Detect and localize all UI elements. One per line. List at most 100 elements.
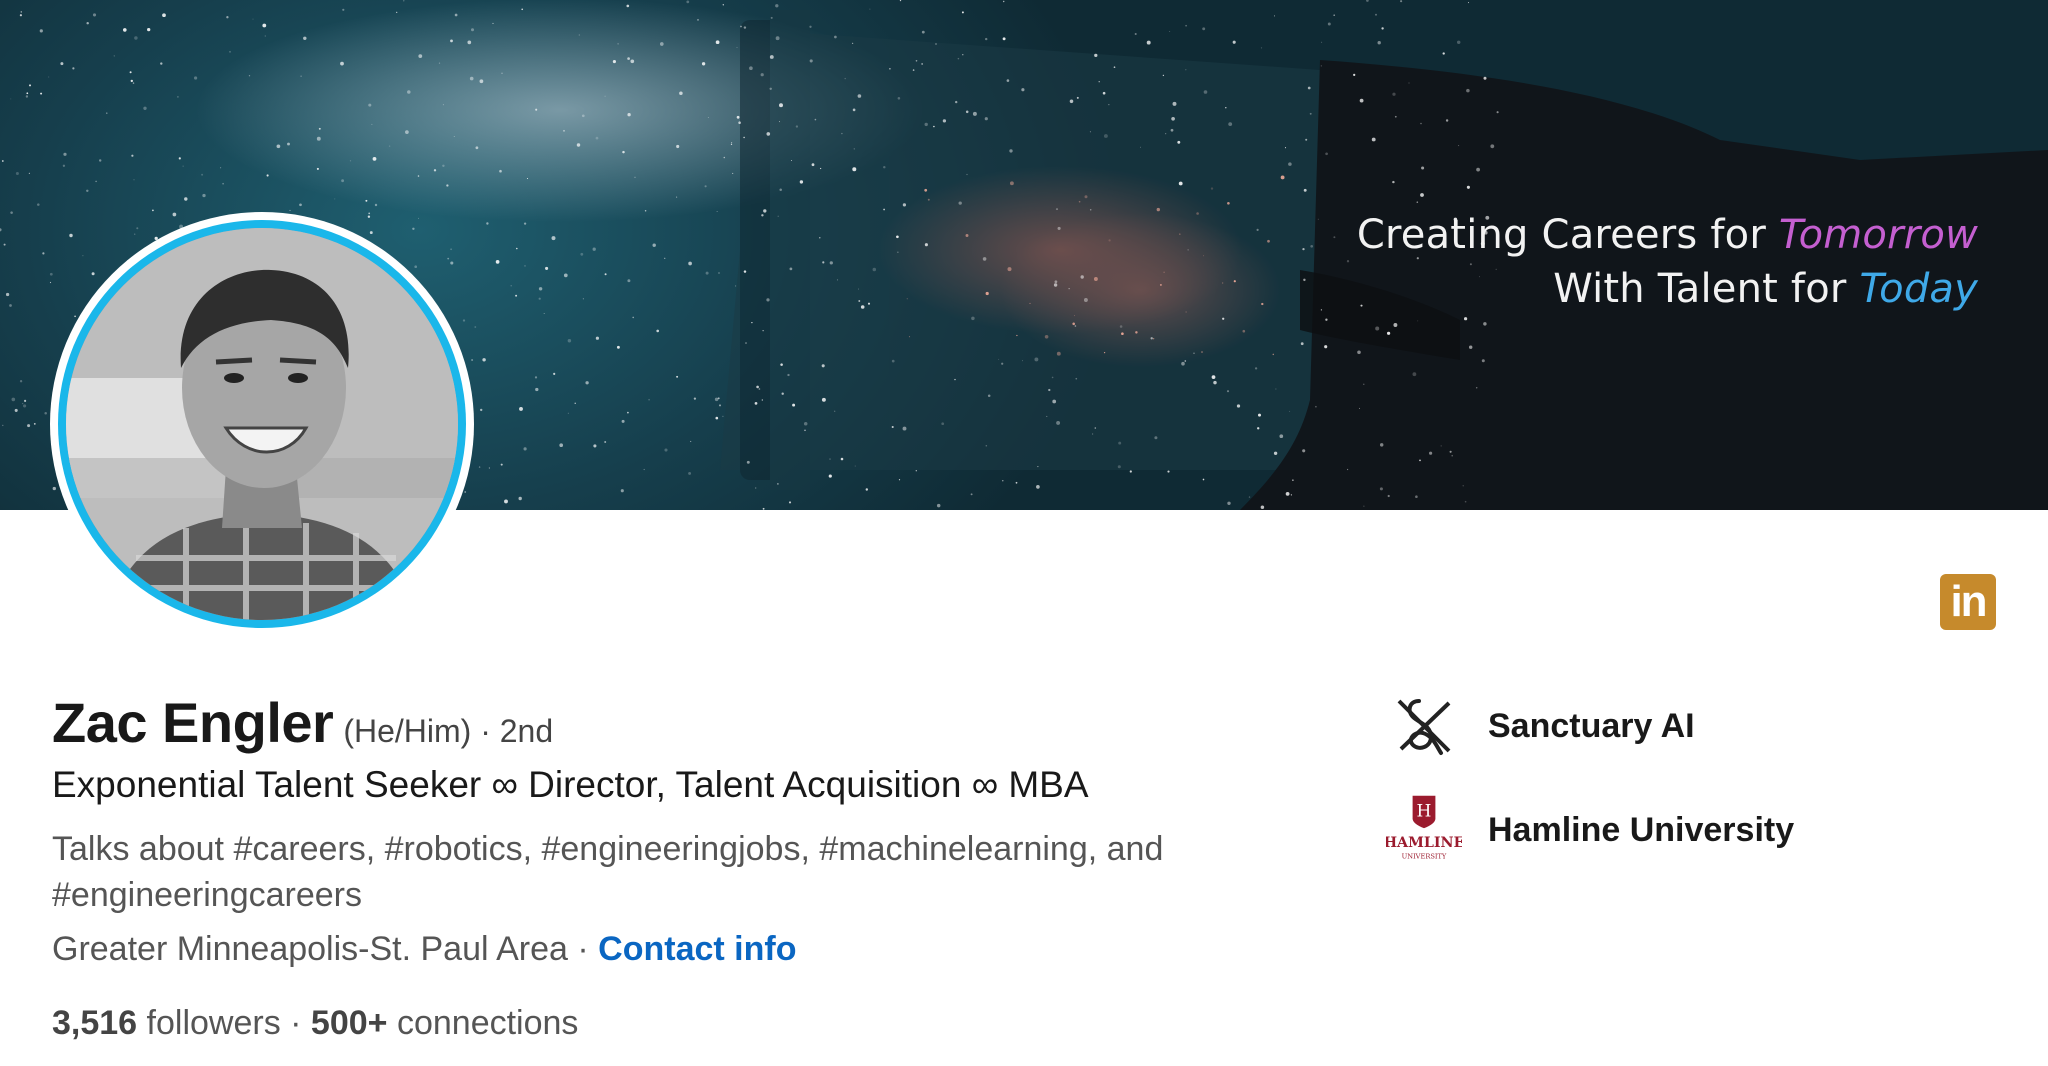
star — [829, 261, 833, 265]
star — [1300, 342, 1304, 346]
star — [226, 16, 229, 19]
star — [693, 397, 697, 400]
star — [1279, 434, 1284, 439]
separator-dot: · — [280, 1004, 311, 1042]
star — [447, 257, 450, 260]
star — [1121, 332, 1124, 336]
contact-info-link[interactable]: Contact info — [598, 930, 796, 968]
star — [966, 173, 968, 176]
star — [371, 123, 373, 125]
star — [581, 114, 585, 118]
star — [15, 171, 19, 176]
star — [1153, 338, 1155, 340]
star — [27, 424, 31, 428]
star — [1248, 496, 1251, 498]
profile-name-row: Zac Engler (He/Him) · 2nd — [52, 690, 553, 755]
star — [396, 11, 398, 14]
star — [883, 208, 885, 211]
followers-count: 3,516 — [52, 1004, 138, 1042]
star — [722, 415, 724, 418]
star — [403, 0, 405, 2]
profile-name: Zac Engler — [52, 691, 334, 754]
star — [334, 198, 336, 200]
star — [1169, 30, 1171, 32]
star — [299, 203, 302, 207]
star — [701, 62, 706, 66]
org-sanctuary-ai[interactable]: Sanctuary AI — [1386, 688, 1695, 764]
star — [1371, 137, 1376, 142]
star — [902, 426, 907, 431]
star — [954, 378, 956, 381]
star — [1325, 152, 1328, 156]
network-stats: 3,516 followers · 500+ connections — [52, 1004, 578, 1043]
connections-count: 500+ — [310, 1004, 388, 1042]
star — [1315, 405, 1317, 408]
star — [915, 470, 917, 472]
star — [751, 321, 753, 324]
star — [1185, 311, 1187, 313]
org-hamline-university[interactable]: H HAMLINE UNIVERSITY Hamline University — [1386, 792, 1794, 868]
avatar[interactable] — [66, 228, 458, 620]
star — [889, 67, 891, 70]
star — [829, 458, 831, 460]
star — [715, 416, 719, 420]
star — [822, 261, 825, 264]
star — [130, 79, 133, 83]
followers-link[interactable]: 3,516 followers — [52, 1004, 281, 1042]
star — [194, 76, 198, 80]
star — [479, 79, 484, 84]
star — [924, 122, 928, 127]
star — [113, 55, 115, 57]
star — [1412, 372, 1417, 377]
star — [936, 503, 941, 508]
star — [652, 243, 656, 247]
star — [576, 143, 581, 147]
star — [44, 412, 47, 415]
star — [24, 399, 27, 402]
star — [106, 112, 108, 114]
star — [1392, 92, 1396, 96]
star — [136, 227, 139, 230]
star — [69, 233, 73, 238]
star — [1021, 360, 1023, 362]
star — [1289, 410, 1291, 412]
star — [1089, 209, 1092, 211]
star — [595, 336, 599, 340]
tagline-line-1: Creating Careers for Tomorrow — [1357, 208, 1978, 262]
star — [656, 329, 660, 333]
star — [1375, 326, 1380, 331]
star — [1292, 479, 1294, 481]
star — [1134, 32, 1137, 36]
star — [0, 228, 2, 232]
star — [86, 21, 89, 25]
star — [965, 110, 969, 114]
star — [1233, 280, 1236, 283]
org-name: Sanctuary AI — [1488, 706, 1695, 745]
star — [368, 103, 372, 107]
avatar-frame[interactable] — [50, 212, 474, 636]
star — [289, 209, 291, 211]
star — [749, 66, 753, 71]
star — [1366, 0, 1369, 2]
star — [1159, 283, 1162, 286]
star — [769, 55, 774, 59]
star — [1226, 390, 1230, 393]
connections-link[interactable]: 500+ connections — [311, 1004, 579, 1042]
star — [723, 156, 726, 159]
star — [367, 215, 371, 218]
star — [915, 59, 918, 62]
star — [821, 397, 826, 402]
star — [450, 261, 454, 265]
star — [147, 27, 151, 32]
star — [2, 424, 4, 427]
star — [521, 8, 524, 11]
star — [908, 336, 911, 338]
star — [1257, 427, 1260, 430]
star — [62, 164, 66, 167]
star — [1392, 180, 1395, 184]
banner-tagline: Creating Careers for Tomorrow With Talen… — [1357, 208, 1978, 316]
star — [906, 298, 908, 300]
star — [446, 184, 449, 187]
star — [1464, 317, 1468, 321]
star — [1442, 52, 1445, 55]
